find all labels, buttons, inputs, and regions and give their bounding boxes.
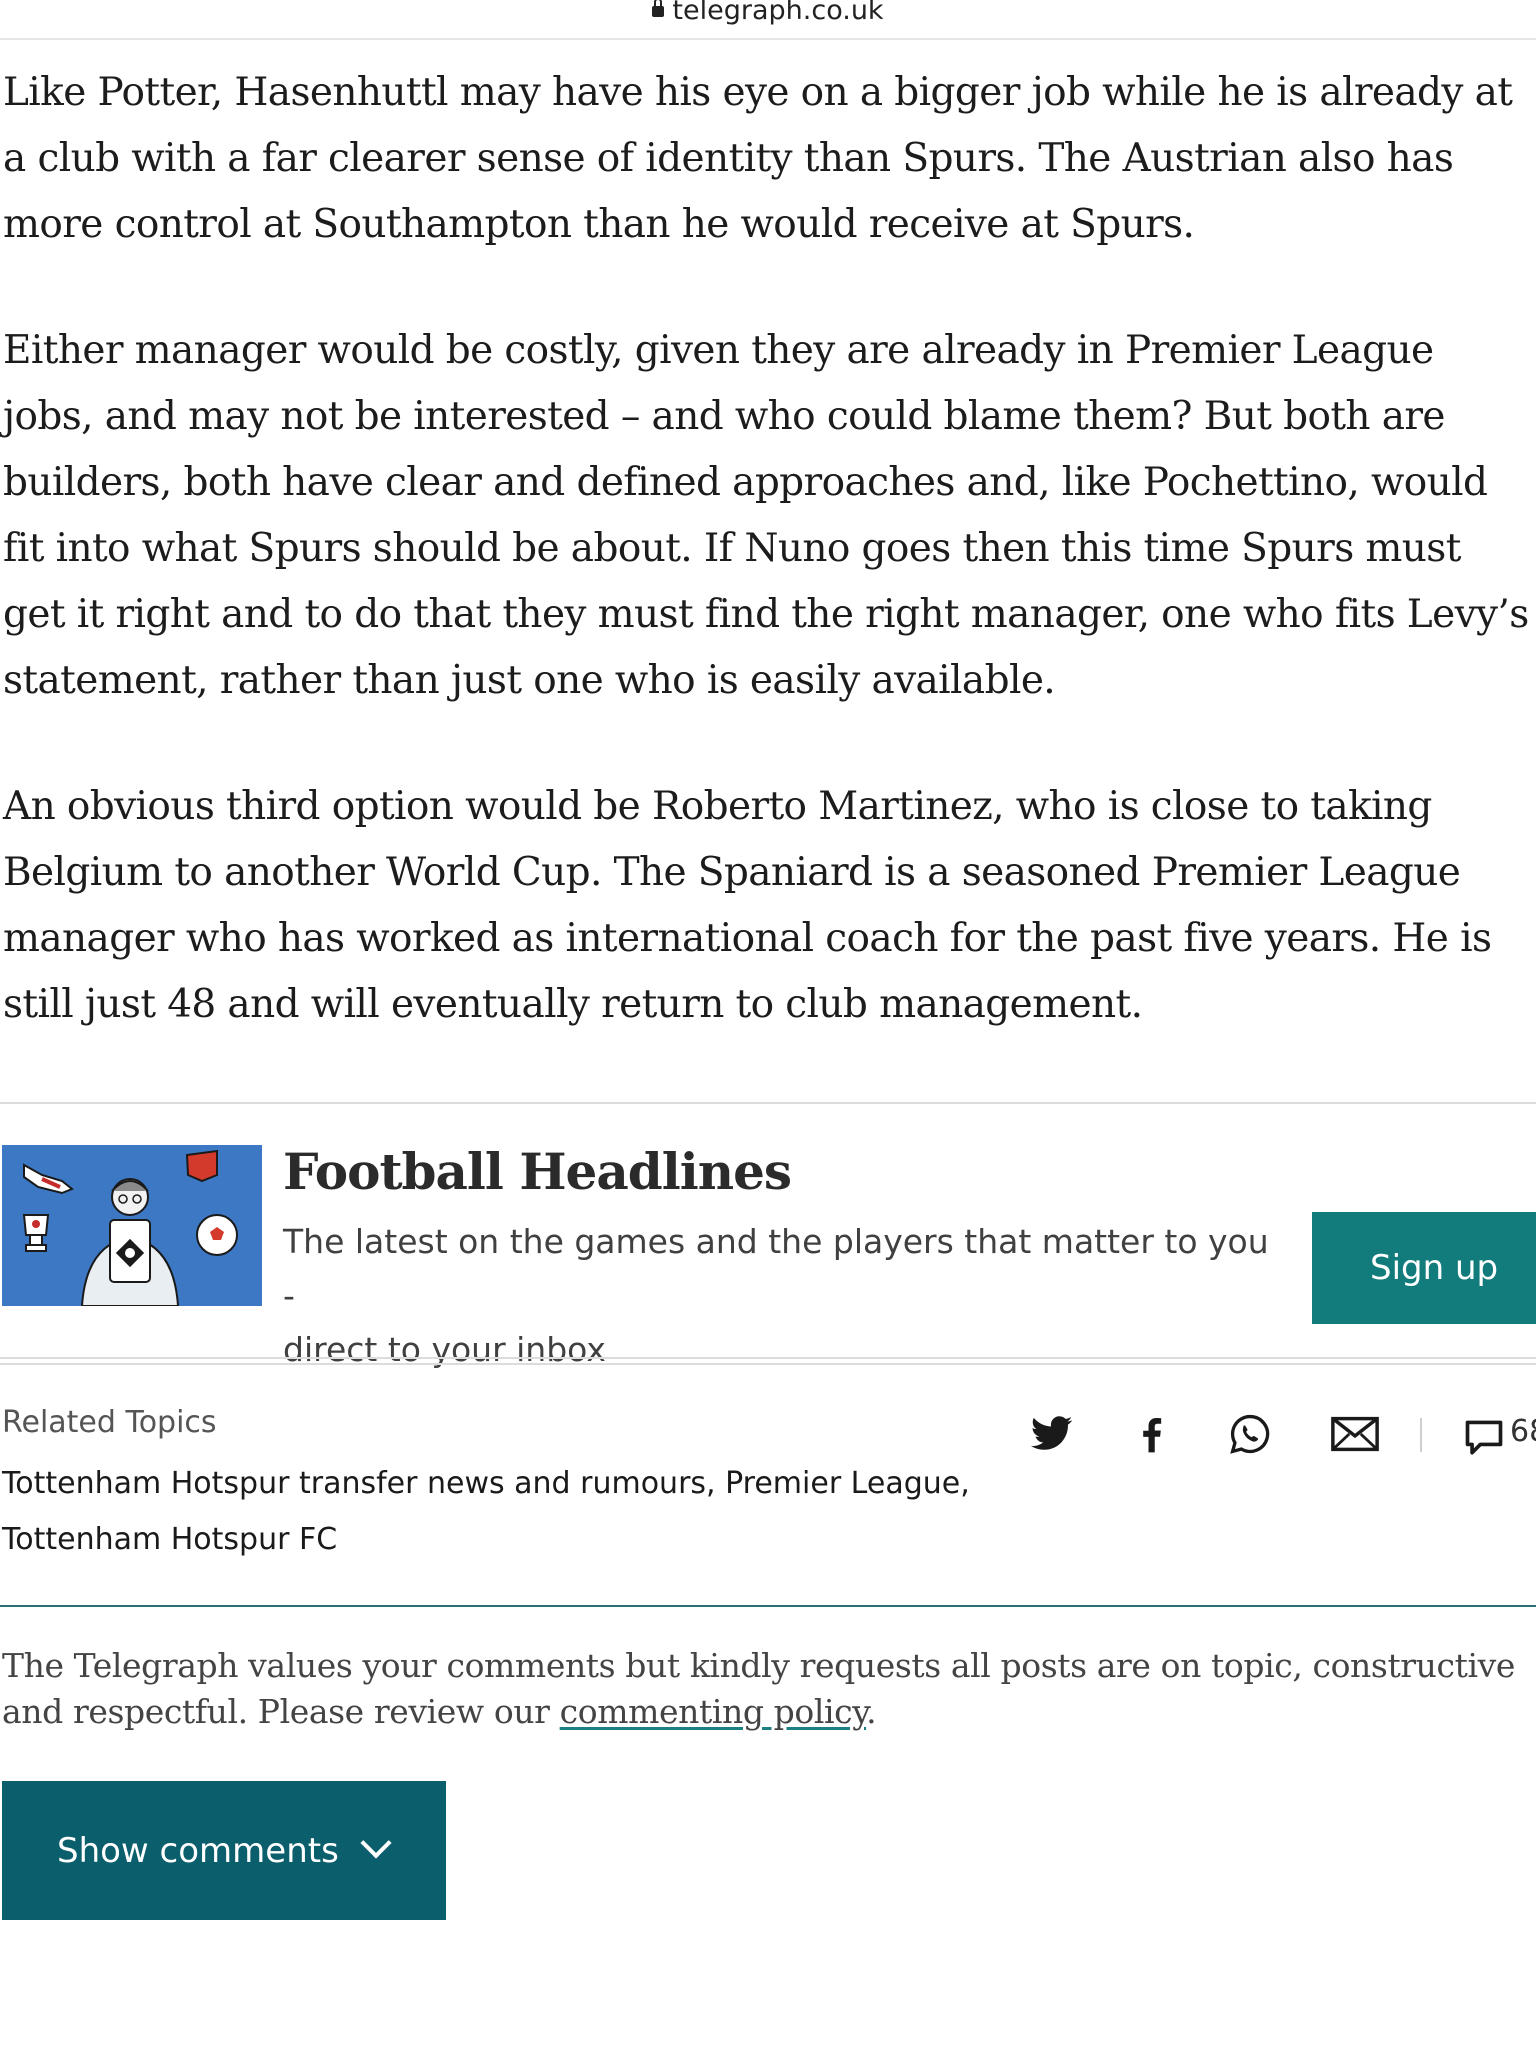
show-comments-label: Show comments: [57, 1830, 339, 1871]
related-topics-links: Tottenham Hotspur transfer news and rumo…: [2, 1456, 970, 1568]
comments-divider: [0, 1605, 1536, 1607]
article-line: fit into what Spurs should be about. If …: [3, 526, 1461, 571]
related-topic-link[interactable]: Tottenham Hotspur transfer news and rumo…: [2, 1456, 970, 1512]
related-topic-link[interactable]: Tottenham Hotspur FC: [2, 1512, 970, 1568]
football-icon: [196, 1214, 238, 1256]
url-text: telegraph.co.uk: [672, 0, 884, 26]
newsletter-description: The latest on the games and the players …: [283, 1215, 1283, 1377]
article-paragraph: Like Potter, Hasenhuttl may have his eye…: [3, 60, 1536, 258]
show-comments-button[interactable]: Show comments: [2, 1781, 446, 1920]
article-line: still just 48 and will eventually return…: [3, 982, 1143, 1027]
share-separator: [1420, 1418, 1422, 1452]
article-paragraph: Either manager would be costly, given th…: [3, 318, 1536, 714]
twitter-icon[interactable]: [1030, 1412, 1074, 1456]
newsletter-divider-top: [0, 1102, 1536, 1104]
newsletter-illustration: [2, 1145, 262, 1306]
article-paragraph: An obvious third option would be Roberto…: [3, 774, 1536, 1038]
chevron-down-icon: [360, 1826, 392, 1859]
whatsapp-icon[interactable]: [1228, 1412, 1272, 1456]
article-line: a club with a far clearer sense of ident…: [3, 136, 1454, 181]
comment-policy-text: The Telegraph values your comments but k…: [2, 1643, 1532, 1735]
article-line: jobs, and may not be interested – and wh…: [3, 394, 1445, 439]
article-line: manager who has worked as international …: [3, 916, 1492, 961]
article-line: statement, rather than just one who is e…: [3, 658, 1056, 703]
article-body: Like Potter, Hasenhuttl may have his eye…: [3, 60, 1536, 1098]
article-line: builders, both have clear and defined ap…: [3, 460, 1488, 505]
article-line: Like Potter, Hasenhuttl may have his eye…: [3, 70, 1513, 115]
newsletter-description-line: The latest on the games and the players …: [283, 1222, 1269, 1315]
browser-url-bar[interactable]: telegraph.co.uk: [0, 0, 1536, 40]
newsletter-title: Football Headlines: [283, 1142, 792, 1201]
newsletter-description-line: direct to your inbox: [283, 1330, 606, 1369]
comment-icon[interactable]: [1462, 1416, 1506, 1460]
article-line: more control at Southampton than he woul…: [3, 202, 1195, 247]
article-line: Either manager would be costly, given th…: [3, 328, 1434, 373]
whistle-icon: [185, 1149, 218, 1183]
page-viewport: telegraph.co.uk Like Potter, Hasenhuttl …: [0, 0, 1536, 2048]
article-line: An obvious third option would be Roberto…: [3, 784, 1432, 829]
commenting-policy-link[interactable]: commenting policy: [560, 1692, 867, 1731]
trophy-icon: [22, 1214, 50, 1252]
sign-up-button[interactable]: Sign up: [1312, 1212, 1536, 1324]
comment-count[interactable]: 68: [1510, 1414, 1536, 1449]
newsletter-divider-bottom: [0, 1357, 1536, 1365]
url-display[interactable]: telegraph.co.uk: [0, 0, 1536, 28]
email-icon[interactable]: [1330, 1412, 1380, 1456]
share-bar: 68: [1030, 1412, 1536, 1462]
article-line: Belgium to another World Cup. The Spania…: [3, 850, 1461, 895]
facebook-icon[interactable]: [1130, 1412, 1174, 1456]
comment-policy-end: .: [866, 1692, 877, 1731]
lock-icon: [652, 0, 665, 17]
article-line: get it right and to do that they must fi…: [3, 592, 1529, 637]
related-topics-label: Related Topics: [2, 1405, 217, 1440]
